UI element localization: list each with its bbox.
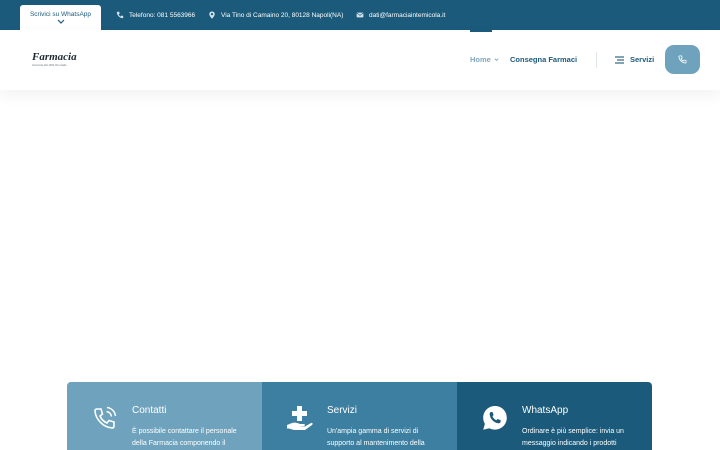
card-title: WhatsApp xyxy=(522,405,569,416)
card-text: È possibile contattare il personale dell… xyxy=(132,428,237,447)
phone-icon xyxy=(116,11,124,19)
card-contatti[interactable]: Contatti È possibile contattare il perso… xyxy=(67,382,262,450)
site-logo[interactable]: Farmacia Intemicola Dal 1993 Jitto Giall… xyxy=(32,52,92,72)
phone-ring-icon xyxy=(94,406,117,429)
card-title: Contatti xyxy=(132,405,167,416)
active-nav-indicator xyxy=(470,30,492,32)
card-text: Un'ampia gamma di servizi di supporto al… xyxy=(327,428,425,447)
nav-consegna-farmaci[interactable]: Consegna Farmaci xyxy=(510,55,577,64)
card-text: Ordinare è più semplice: invia un messag… xyxy=(522,428,624,447)
map-pin-icon xyxy=(209,11,215,19)
address-text: Via Tino di Camaino 20, 80128 Napoli(NA) xyxy=(221,11,344,19)
logo-wordmark: Farmacia xyxy=(32,51,77,63)
address-info[interactable]: Via Tino di Camaino 20, 80128 Napoli(NA) xyxy=(208,10,343,20)
hand-cross-icon xyxy=(287,406,313,430)
whatsapp-tab-label: Scrivici su WhatsApp xyxy=(29,11,92,18)
card-whatsapp[interactable]: WhatsApp Ordinare è più semplice: invia … xyxy=(457,382,652,450)
phone-info[interactable]: Telefono: 081 5563966 xyxy=(116,10,195,20)
phone-icon xyxy=(678,55,687,64)
top-bar: Scrivici su WhatsApp Telefono: 081 55639… xyxy=(0,0,720,30)
nav-home-label: Home xyxy=(470,55,491,64)
envelope-icon xyxy=(356,12,364,18)
whatsapp-tab[interactable]: Scrivici su WhatsApp xyxy=(20,5,101,30)
nav-home[interactable]: Home xyxy=(470,55,499,64)
nav-divider xyxy=(596,52,597,68)
email-info[interactable]: dati@farmaciaintemicola.it xyxy=(356,10,445,20)
chevron-down-icon xyxy=(494,58,499,61)
card-title: Servizi xyxy=(327,405,358,416)
menu-lines-icon xyxy=(615,55,624,64)
whatsapp-icon xyxy=(483,406,507,430)
card-servizi[interactable]: Servizi Un'ampia gamma di servizi di sup… xyxy=(262,382,457,450)
call-button[interactable] xyxy=(665,45,700,74)
feature-cards: Contatti È possibile contattare il perso… xyxy=(67,382,652,450)
nav-consegna-label: Consegna Farmaci xyxy=(510,55,578,64)
chevron-down-icon xyxy=(57,19,64,24)
nav-servizi[interactable]: Servizi xyxy=(614,55,654,64)
nav-servizi-label: Servizi xyxy=(630,55,655,64)
logo-tagline: Intemicola Dal 1993 Jitto Giallo xyxy=(32,64,67,67)
email-text: dati@farmaciaintemicola.it xyxy=(369,11,446,19)
phone-text: Telefono: 081 5563966 xyxy=(129,11,196,19)
main-header: Farmacia Intemicola Dal 1993 Jitto Giall… xyxy=(0,30,720,90)
